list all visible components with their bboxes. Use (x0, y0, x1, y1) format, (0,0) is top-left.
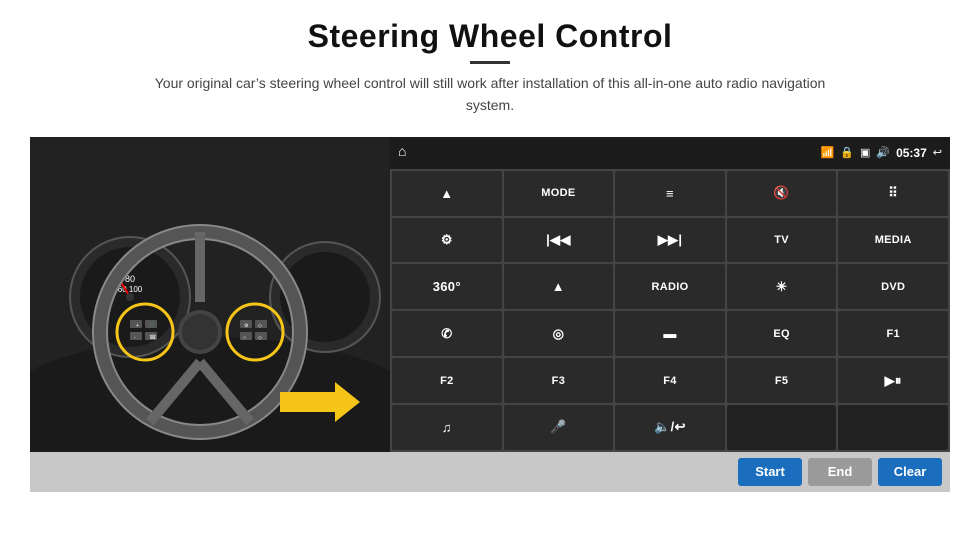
music-icon: ♫ (442, 420, 452, 435)
phone-icon: ✆ (441, 326, 452, 342)
grid-btn-f4[interactable]: F4 (615, 358, 725, 403)
start-button[interactable]: Start (738, 458, 802, 486)
svg-text:○: ○ (243, 335, 246, 341)
svg-text:+: + (136, 323, 139, 329)
grid-btn-phone[interactable]: ✆ (392, 311, 502, 356)
home-icon[interactable]: ⌂ (398, 145, 406, 161)
grid-btn-prev[interactable]: |◀◀ (504, 218, 614, 263)
grid-btn-f3[interactable]: F3 (504, 358, 614, 403)
svg-text:60 100: 60 100 (118, 285, 143, 294)
settings-icon: ⚙ (441, 232, 453, 248)
control-panel: ⌂ 📶 🔒 ▣ 🔊 05:37 ↩ ▲ MODE ≡ 🔇 ⠿ ⚙ |◀◀ ▶▶| TVMEDIA… (390, 137, 950, 452)
svg-text:🎵: 🎵 (149, 322, 155, 329)
brightness-icon: ☀ (776, 279, 788, 295)
next-icon: ▶▶| (658, 232, 683, 248)
grid-btn-empty1 (727, 405, 837, 450)
title-divider (470, 61, 510, 64)
svg-text:☎: ☎ (149, 334, 157, 341)
grid-btn-empty2 (838, 405, 948, 450)
grid-btn-mirror[interactable]: ▬ (615, 311, 725, 356)
grid-btn-eq[interactable]: EQ (727, 311, 837, 356)
grid-btn-media[interactable]: MEDIA (838, 218, 948, 263)
navi-icon: ◎ (553, 326, 565, 342)
mute-icon: 🔇 (773, 185, 790, 201)
grid-btn-list[interactable]: ≡ (615, 171, 725, 216)
svg-text:⚙: ⚙ (244, 323, 249, 329)
grid-btn-f5[interactable]: F5 (727, 358, 837, 403)
bottom-bar: Start End Clear (30, 452, 950, 492)
mic-icon: 🎤 (550, 419, 567, 435)
list-icon: ≡ (666, 186, 674, 201)
title-section: Steering Wheel Control Your original car… (140, 18, 840, 117)
car-image: 80 60 100 (30, 137, 390, 452)
grid-btn-vol[interactable]: 🔈/↩ (615, 405, 725, 450)
grid-btn-mode[interactable]: MODE (504, 171, 614, 216)
grid-btn-next[interactable]: ▶▶| (615, 218, 725, 263)
svg-text:◇: ◇ (258, 335, 262, 341)
grid-btn-apps[interactable]: ⠿ (838, 171, 948, 216)
grid-btn-f2[interactable]: F2 (392, 358, 502, 403)
apps-icon: ⠿ (888, 185, 898, 201)
content-row: 80 60 100 (30, 137, 950, 452)
return-icon: ↩ (933, 146, 942, 159)
grid-btn-brightness[interactable]: ☀ (727, 264, 837, 309)
grid-btn-nav[interactable]: ▲ (392, 171, 502, 216)
grid-btn-tv[interactable]: TV (727, 218, 837, 263)
end-button[interactable]: End (808, 458, 872, 486)
wifi-icon: 📶 (821, 146, 835, 159)
lock-icon: 🔒 (840, 146, 854, 159)
grid-btn-360cam[interactable]: 360° (392, 264, 502, 309)
clear-button[interactable]: Clear (878, 458, 942, 486)
grid-btn-navi[interactable]: ◎ (504, 311, 614, 356)
grid-btn-radio[interactable]: RADIO (615, 264, 725, 309)
eject-icon: ▲ (552, 279, 565, 294)
grid-btn-f1[interactable]: F1 (838, 311, 948, 356)
button-grid: ▲ MODE ≡ 🔇 ⠿ ⚙ |◀◀ ▶▶| TVMEDIA 360° ▲ RADIO ☀ DVD ✆ ◎ ▬ E… (390, 169, 950, 452)
time-display: 05:37 (896, 146, 927, 160)
page-title: Steering Wheel Control (140, 18, 840, 55)
grid-btn-dvd[interactable]: DVD (838, 264, 948, 309)
status-bar: ⌂ 📶 🔒 ▣ 🔊 05:37 ↩ (390, 137, 950, 169)
grid-btn-mute[interactable]: 🔇 (727, 171, 837, 216)
page-wrapper: Steering Wheel Control Your original car… (0, 0, 980, 544)
bluetooth-icon: 🔊 (876, 146, 890, 159)
prev-icon: |◀◀ (546, 232, 571, 248)
page-subtitle: Your original car’s steering wheel contr… (140, 72, 840, 117)
grid-btn-settings[interactable]: ⚙ (392, 218, 502, 263)
vol-icon: 🔈/↩ (654, 419, 686, 435)
status-right: 📶 🔒 ▣ 🔊 05:37 ↩ (821, 146, 942, 160)
svg-text:◇: ◇ (258, 323, 262, 329)
grid-btn-eject[interactable]: ▲ (504, 264, 614, 309)
sim-icon: ▣ (860, 146, 870, 159)
grid-btn-playpause[interactable]: ▶⏸ (838, 358, 948, 403)
grid-btn-music[interactable]: ♫ (392, 405, 502, 450)
playpause-icon: ▶⏸ (885, 373, 902, 389)
mirror-icon: ▬ (663, 326, 676, 341)
360cam-icon: 360° (433, 279, 461, 294)
status-left: ⌂ (398, 145, 406, 161)
grid-btn-mic[interactable]: 🎤 (504, 405, 614, 450)
nav-icon: ▲ (440, 186, 453, 201)
